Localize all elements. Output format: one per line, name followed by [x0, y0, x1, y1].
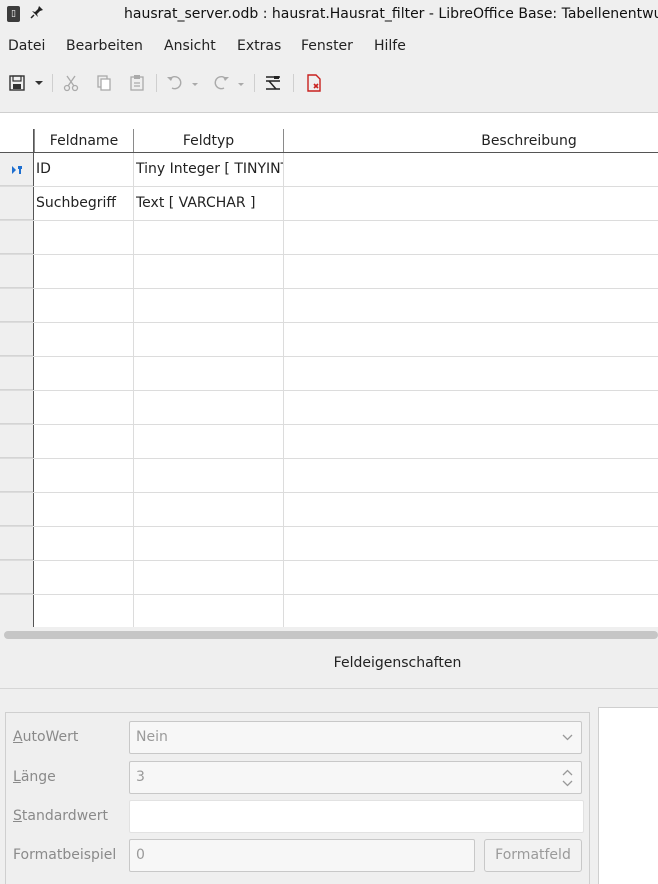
menu-hilfe[interactable]: Hilfe — [374, 38, 406, 54]
row-selector[interactable] — [0, 425, 33, 458]
cut-icon[interactable] — [60, 72, 82, 94]
toolbar-separator — [156, 74, 157, 92]
column-header-feldtyp[interactable]: Feldtyp — [134, 129, 284, 153]
menu-extras[interactable]: Extras — [237, 38, 281, 54]
chevron-down-icon — [562, 734, 573, 741]
autowert-select[interactable]: Nein — [129, 721, 582, 754]
row-divider — [0, 458, 658, 459]
field-type-cell[interactable]: Text [ VARCHAR ] — [136, 187, 283, 220]
autowert-label: AutoWert — [13, 729, 79, 745]
formatbeispiel-field[interactable]: 0 — [129, 839, 475, 872]
redo-icon[interactable] — [210, 72, 248, 94]
menu-datei[interactable]: Datei — [8, 38, 45, 54]
base-app-icon[interactable]: ▯ — [7, 6, 20, 22]
toolbar-separator — [254, 74, 255, 92]
column-header-feldname[interactable]: Feldname — [34, 129, 134, 153]
field-name-cell[interactable]: ID — [36, 153, 132, 186]
primary-key-icon[interactable] — [303, 72, 325, 94]
field-name-cell[interactable]: Suchbegriff — [36, 187, 132, 220]
undo-icon[interactable] — [164, 72, 198, 94]
toolbar-separator — [293, 74, 294, 92]
pin-icon[interactable] — [30, 5, 44, 21]
laenge-label: Länge — [13, 769, 56, 785]
row-header-divider — [33, 129, 34, 627]
row-selector[interactable] — [0, 391, 33, 424]
standardwert-input[interactable] — [129, 800, 584, 833]
paste-icon[interactable] — [126, 72, 148, 94]
row-selector[interactable] — [0, 357, 33, 390]
field-type-cell[interactable]: Tiny Integer [ TINYINT ] — [136, 153, 283, 186]
row-divider — [0, 220, 658, 221]
dropdown-arrow-icon[interactable] — [32, 72, 46, 94]
primary-key-row-icon — [12, 166, 22, 174]
row-divider — [0, 322, 658, 323]
row-selector[interactable] — [0, 595, 33, 627]
standardwert-label: Standardwert — [13, 808, 109, 824]
menu-ansicht[interactable]: Ansicht — [164, 38, 216, 54]
row-selector[interactable] — [0, 289, 33, 322]
help-text-box — [598, 707, 658, 884]
copy-icon[interactable] — [93, 72, 115, 94]
save-icon[interactable] — [6, 72, 28, 94]
table-design-grid[interactable]: Feldname Feldtyp Beschreibung ID Tiny In… — [0, 112, 658, 627]
menu-fenster[interactable]: Fenster — [301, 38, 353, 54]
index-design-icon[interactable] — [262, 72, 284, 94]
row-divider — [0, 594, 658, 595]
formatfeld-button[interactable]: Formatfeld — [484, 839, 582, 872]
row-divider — [0, 356, 658, 357]
row-divider — [0, 492, 658, 493]
menu-bar: Datei Bearbeiten Ansicht Extras Fenster … — [0, 34, 658, 60]
column-header-beschreibung[interactable]: Beschreibung — [284, 129, 658, 153]
row-selector[interactable] — [0, 527, 33, 560]
menu-bearbeiten[interactable]: Bearbeiten — [66, 38, 143, 54]
field-description-cell[interactable] — [286, 153, 658, 186]
row-selector[interactable] — [0, 255, 33, 288]
row-selector[interactable] — [0, 221, 33, 254]
laenge-value: 3 — [136, 769, 145, 785]
toolbar — [0, 66, 658, 100]
spin-arrows-icon[interactable] — [562, 768, 573, 788]
horizontal-scrollbar[interactable] — [4, 631, 658, 639]
field-properties-heading: Feldeigenschaften — [333, 655, 462, 671]
row-selector[interactable] — [0, 187, 33, 220]
autowert-value: Nein — [136, 729, 168, 745]
laenge-spinbox[interactable]: 3 — [129, 761, 582, 794]
row-selector[interactable] — [0, 153, 33, 186]
title-bar: ▯ hausrat_server.odb : hausrat.Hausrat_f… — [0, 0, 658, 30]
field-properties-panel: AutoWert Nein Länge 3 Standardwert Forma… — [5, 712, 590, 884]
row-divider — [0, 526, 658, 527]
row-divider — [0, 390, 658, 391]
field-description-cell[interactable] — [286, 187, 658, 220]
properties-divider — [0, 688, 658, 689]
formatbeispiel-label: Formatbeispiel — [13, 847, 117, 863]
toolbar-separator — [52, 74, 53, 92]
row-selector[interactable] — [0, 561, 33, 594]
row-selector[interactable] — [0, 493, 33, 526]
row-divider — [0, 254, 658, 255]
row-selector[interactable] — [0, 459, 33, 492]
row-selector[interactable] — [0, 323, 33, 356]
row-divider — [0, 560, 658, 561]
window-title: hausrat_server.odb : hausrat.Hausrat_fil… — [124, 6, 658, 22]
row-divider — [0, 424, 658, 425]
row-divider — [0, 288, 658, 289]
